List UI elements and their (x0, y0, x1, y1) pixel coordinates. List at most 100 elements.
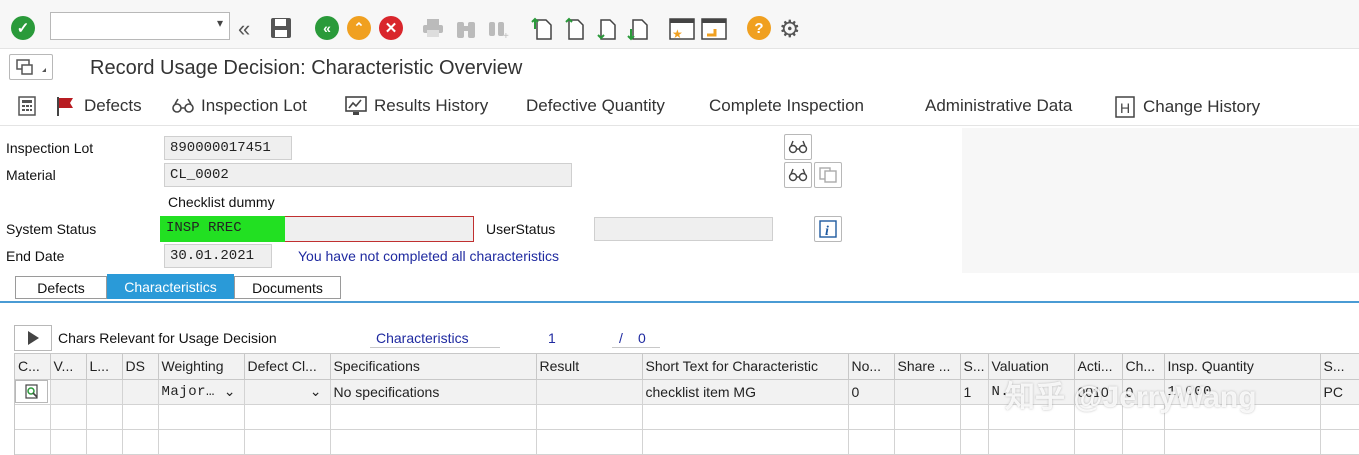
change-history-button[interactable]: H Change History (1114, 96, 1260, 118)
insp-quantity-cell: 1,000 (1164, 379, 1321, 405)
back-green-icon[interactable]: « (315, 16, 339, 40)
column-header[interactable]: S... (960, 354, 989, 380)
svg-text:★: ★ (672, 27, 683, 41)
exit-up-icon[interactable]: ⌃ (347, 16, 371, 40)
last-page-icon[interactable] (627, 17, 651, 41)
column-header[interactable]: Short Text for Characteristic (642, 354, 849, 380)
activity-cell: 0010 (1074, 379, 1123, 405)
expand-button[interactable] (14, 325, 52, 351)
column-header[interactable]: Insp. Quantity (1164, 354, 1321, 380)
column-header[interactable]: DS (122, 354, 159, 380)
shortcut-icon[interactable] (701, 17, 727, 41)
column-header[interactable]: Defect Cl... (244, 354, 331, 380)
detail-button[interactable] (15, 380, 48, 403)
empty-cell (50, 429, 87, 455)
column-header[interactable]: L... (86, 354, 123, 380)
column-header[interactable]: Specifications (330, 354, 537, 380)
administrative-data-button[interactable]: Administrative Data (925, 96, 1072, 116)
characteristics-grid: C... V... L... DS Weighting Defect Cl...… (14, 353, 1359, 455)
valuation-cell: N... (988, 379, 1075, 405)
filter-underline (370, 347, 500, 348)
display-material-button[interactable] (784, 162, 812, 188)
characteristics-filter[interactable]: Characteristics (376, 330, 469, 346)
column-header[interactable]: C... (15, 354, 51, 380)
display-lot-button[interactable] (784, 134, 812, 160)
help-icon[interactable]: ? (747, 16, 771, 40)
info-icon[interactable]: i (814, 216, 842, 242)
empty-cell (158, 429, 245, 455)
first-page-icon[interactable] (531, 17, 555, 41)
previous-page-icon[interactable] (563, 17, 587, 41)
empty-cell (122, 429, 159, 455)
end-date-field[interactable]: 30.01.2021 (164, 244, 272, 268)
system-status-field-label: System Status (6, 221, 97, 237)
l-cell[interactable] (86, 379, 123, 405)
count-underline (612, 347, 660, 348)
settings-gear-icon[interactable]: ⚙ (779, 15, 801, 44)
menu-button[interactable] (9, 54, 53, 80)
administrative-data-label: Administrative Data (925, 96, 1073, 115)
column-header[interactable]: Weighting (158, 354, 245, 380)
count-separator: / (619, 330, 623, 346)
glasses-icon (172, 98, 194, 113)
system-status-field[interactable]: INSP RREC (160, 216, 474, 242)
column-header[interactable]: Acti... (1074, 354, 1123, 380)
weighting-cell[interactable]: Major… ⌄ (158, 379, 245, 405)
command-input[interactable] (51, 13, 201, 39)
empty-cell (1164, 404, 1321, 430)
column-header[interactable]: V... (50, 354, 87, 380)
column-header[interactable]: S... (1320, 354, 1359, 380)
inspection-lot-button[interactable]: Inspection Lot (172, 96, 307, 116)
svg-text:+: + (503, 31, 509, 40)
defect-class-cell[interactable]: ⌄ (244, 379, 331, 405)
copy-icon[interactable] (814, 162, 842, 188)
complete-inspection-button[interactable]: Complete Inspection (709, 96, 864, 116)
empty-cell (642, 404, 849, 430)
results-history-button[interactable]: Results History (345, 96, 488, 116)
print-icon[interactable] (422, 18, 444, 38)
svg-text:i: i (825, 224, 829, 238)
column-header[interactable]: Share ... (894, 354, 961, 380)
column-header[interactable]: Ch... (1122, 354, 1165, 380)
empty-cell (1320, 404, 1359, 430)
magnifier-icon (24, 383, 38, 399)
column-header[interactable]: No... (848, 354, 895, 380)
command-field[interactable]: ▾ (50, 12, 230, 40)
change-history-label: Change History (1143, 97, 1261, 116)
row-detail-cell[interactable] (15, 379, 51, 405)
overview-icon[interactable] (18, 96, 43, 116)
cancel-icon[interactable]: ✕ (379, 16, 403, 40)
result-cell[interactable] (536, 379, 643, 405)
chevron-down-icon[interactable]: ▾ (217, 16, 223, 30)
table-row (15, 404, 1359, 430)
back-icon[interactable]: « (238, 16, 250, 42)
next-page-icon[interactable] (595, 17, 619, 41)
ds-cell[interactable] (122, 379, 159, 405)
empty-cell (642, 429, 849, 455)
defective-quantity-button[interactable]: Defective Quantity (526, 96, 665, 116)
empty-cell (15, 404, 51, 430)
defects-button[interactable]: Defects (55, 96, 142, 116)
empty-cell (1320, 429, 1359, 455)
find-next-icon[interactable]: + (487, 18, 511, 40)
tab-characteristics[interactable]: Characteristics (107, 274, 234, 299)
column-header[interactable]: Valuation (988, 354, 1075, 380)
material-field[interactable]: CL_0002 (164, 163, 572, 187)
save-icon[interactable] (270, 17, 292, 39)
inspection-lot-field[interactable]: 890000017451 (164, 136, 292, 160)
s-cell: 1 (960, 379, 989, 405)
empty-cell (330, 404, 537, 430)
enter-check-icon[interactable]: ✓ (11, 16, 35, 40)
tab-defects[interactable]: Defects (15, 276, 107, 299)
user-status-field[interactable] (594, 217, 773, 241)
column-header[interactable]: Result (536, 354, 643, 380)
chevron-down-icon[interactable]: ⌄ (310, 383, 322, 400)
v-cell[interactable] (50, 379, 87, 405)
find-icon[interactable] (455, 18, 477, 40)
empty-cell (15, 429, 51, 455)
new-session-icon[interactable]: ★ (669, 17, 695, 41)
share-cell (894, 379, 961, 405)
chevron-down-icon[interactable]: ⌄ (224, 383, 236, 400)
tab-documents[interactable]: Documents (234, 276, 341, 299)
current-count: 1 (548, 330, 556, 346)
